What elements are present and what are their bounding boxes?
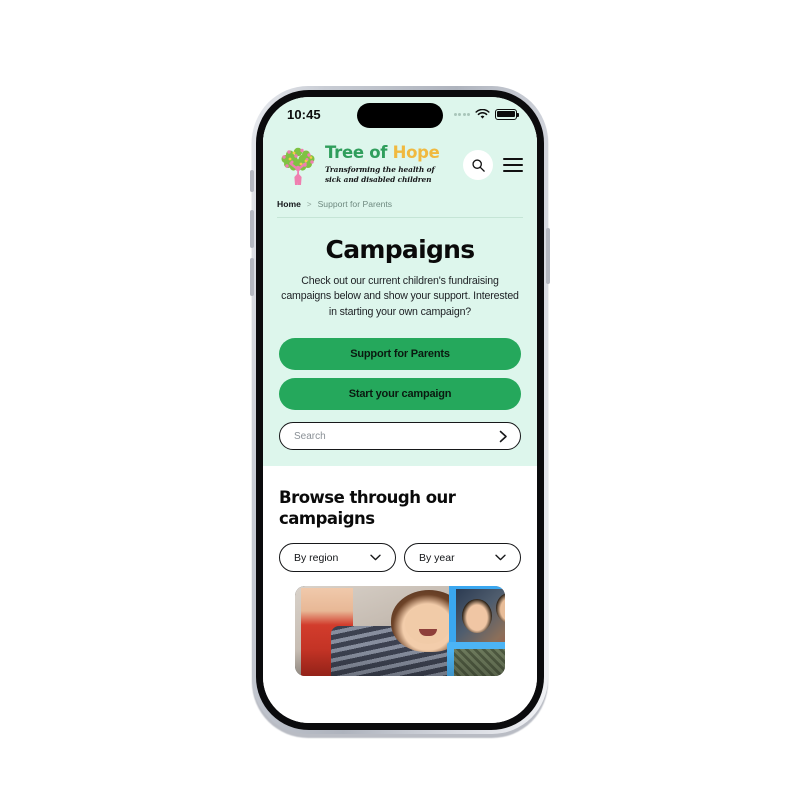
search-icon <box>471 158 485 172</box>
tagline-line-2: sick and disabled children <box>325 174 432 184</box>
brand-wordmark: Tree of Hope <box>325 145 440 162</box>
header-actions <box>463 150 523 180</box>
filter-group: By region By year <box>279 543 521 573</box>
power-button[interactable] <box>546 228 550 284</box>
logo-text-block: Tree of Hope Transforming the health of … <box>325 145 440 184</box>
filter-by-region-label: By region <box>294 551 339 564</box>
status-bar-clock: 10:45 <box>287 106 321 122</box>
brand-name-primary: Tree of <box>325 143 393 163</box>
search-input[interactable] <box>294 430 499 442</box>
volume-up-button[interactable] <box>250 210 254 248</box>
breadcrumb-current-page: Support for Parents <box>317 199 393 209</box>
filter-by-year-dropdown[interactable]: By year <box>404 543 521 573</box>
site-header: Tree of Hope Transforming the health of … <box>263 131 537 195</box>
hero-section: Tree of Hope Transforming the health of … <box>263 131 537 467</box>
page-content: Tree of Hope Transforming the health of … <box>263 131 537 723</box>
header-search-button[interactable] <box>463 150 493 180</box>
browse-title: Browse through our campaigns <box>279 488 456 528</box>
tagline-line-1: Transforming the health of <box>325 164 435 174</box>
start-your-campaign-button[interactable]: Start your campaign <box>279 378 521 411</box>
collage-overlay <box>295 586 505 677</box>
phone-screen: 10:45 Tree of Hope Transforming the heal… <box>263 97 537 723</box>
signal-dots-icon <box>453 112 470 116</box>
page-title: Campaigns <box>325 235 476 264</box>
site-logo[interactable]: Tree of Hope Transforming the health of … <box>277 143 440 187</box>
hamburger-menu-icon[interactable] <box>503 158 523 172</box>
screenshot-canvas: 10:45 Tree of Hope Transforming the heal… <box>0 0 800 800</box>
hero-description: Check out our current children's fundrai… <box>281 274 519 318</box>
tree-of-hope-logo-icon <box>281 147 315 185</box>
breadcrumb-home-link[interactable]: Home <box>277 199 301 209</box>
brand-tagline: Transforming the health of sick and disa… <box>325 165 440 185</box>
browse-section: Browse through our campaigns By region B… <box>263 466 537 677</box>
status-bar: 10:45 <box>263 97 537 131</box>
chevron-right-icon[interactable] <box>499 430 508 443</box>
hero-text-block: Campaigns Check out our current children… <box>263 218 537 320</box>
status-bar-indicators <box>453 108 519 120</box>
campaign-search-field[interactable] <box>279 422 521 451</box>
support-for-parents-button[interactable]: Support for Parents <box>279 338 521 371</box>
wifi-icon <box>475 108 490 119</box>
cta-button-group: Support for Parents Start your campaign <box>263 320 537 411</box>
campaign-photo-collage[interactable] <box>295 586 505 677</box>
chevron-down-icon <box>495 554 506 561</box>
filter-by-year-label: By year <box>419 551 455 564</box>
volume-down-button[interactable] <box>250 258 254 296</box>
breadcrumb: Home > Support for Parents <box>263 195 537 209</box>
breadcrumb-separator-icon: > <box>306 199 312 209</box>
brand-name-secondary: Hope <box>392 143 440 163</box>
chevron-down-icon <box>370 554 381 561</box>
filter-by-region-dropdown[interactable]: By region <box>279 543 396 573</box>
dynamic-island <box>357 103 443 128</box>
silent-switch-button[interactable] <box>250 170 254 192</box>
battery-icon <box>495 108 519 120</box>
